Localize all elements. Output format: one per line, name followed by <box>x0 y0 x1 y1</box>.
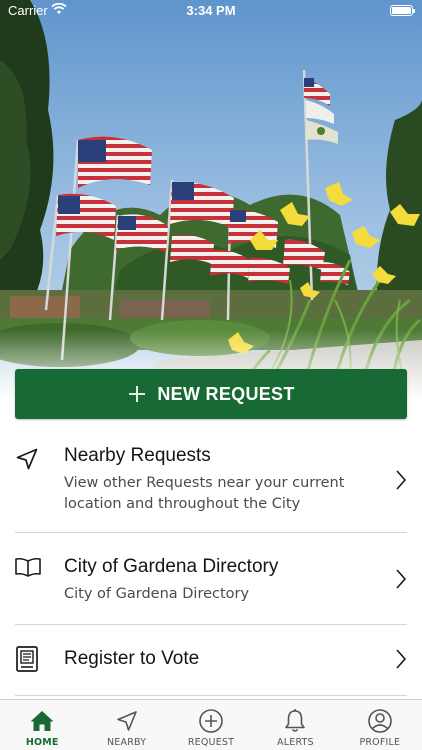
tab-alerts[interactable]: ALERTS <box>253 700 337 750</box>
menu-item-directory[interactable]: City of Gardena Directory City of Garden… <box>0 533 422 624</box>
tab-bar: HOME NEARBY REQUEST ALERTS PROFILE <box>0 699 422 750</box>
location-arrow-icon <box>14 446 40 476</box>
tab-label: REQUEST <box>187 737 235 748</box>
chevron-right-icon <box>394 567 408 595</box>
tab-label: NEARBY <box>107 737 147 748</box>
tab-home[interactable]: HOME <box>0 700 84 750</box>
menu-item-nearby-requests[interactable]: Nearby Requests View other Requests near… <box>0 432 422 532</box>
new-request-label: NEW REQUEST <box>157 383 295 404</box>
tab-nearby[interactable]: NEARBY <box>84 700 168 750</box>
menu-item-description: City of Gardena Directory <box>64 586 250 602</box>
menu-item-title: City of Gardena Directory <box>64 556 279 577</box>
bell-icon <box>282 708 308 734</box>
tab-profile[interactable]: PROFILE <box>338 700 422 750</box>
clock: 3:34 PM <box>186 3 236 18</box>
location-arrow-icon <box>114 708 140 734</box>
tab-request[interactable]: REQUEST <box>169 700 253 750</box>
chevron-right-icon <box>394 647 408 675</box>
tab-label: PROFILE <box>359 737 401 748</box>
menu-item-description: View other Requests near your current lo… <box>64 475 345 512</box>
new-request-button[interactable]: NEW REQUEST <box>15 369 407 419</box>
hero-photo <box>0 0 422 400</box>
tab-label: HOME <box>25 737 59 748</box>
open-book-icon <box>14 556 42 582</box>
ballot-document-icon <box>14 645 40 677</box>
home-icon <box>29 708 55 734</box>
plus-circle-icon <box>198 708 224 734</box>
plus-icon <box>127 384 147 404</box>
divider <box>15 695 407 696</box>
status-bar: Carrier 3:34 PM <box>0 0 422 22</box>
tab-label: ALERTS <box>277 737 314 748</box>
menu-item-title: Nearby Requests <box>64 445 211 466</box>
user-circle-icon <box>367 708 393 734</box>
chevron-right-icon <box>394 468 408 496</box>
menu-item-register-to-vote[interactable]: Register to Vote <box>0 625 422 695</box>
battery-icon <box>390 5 415 16</box>
menu-item-title: Register to Vote <box>64 648 200 669</box>
